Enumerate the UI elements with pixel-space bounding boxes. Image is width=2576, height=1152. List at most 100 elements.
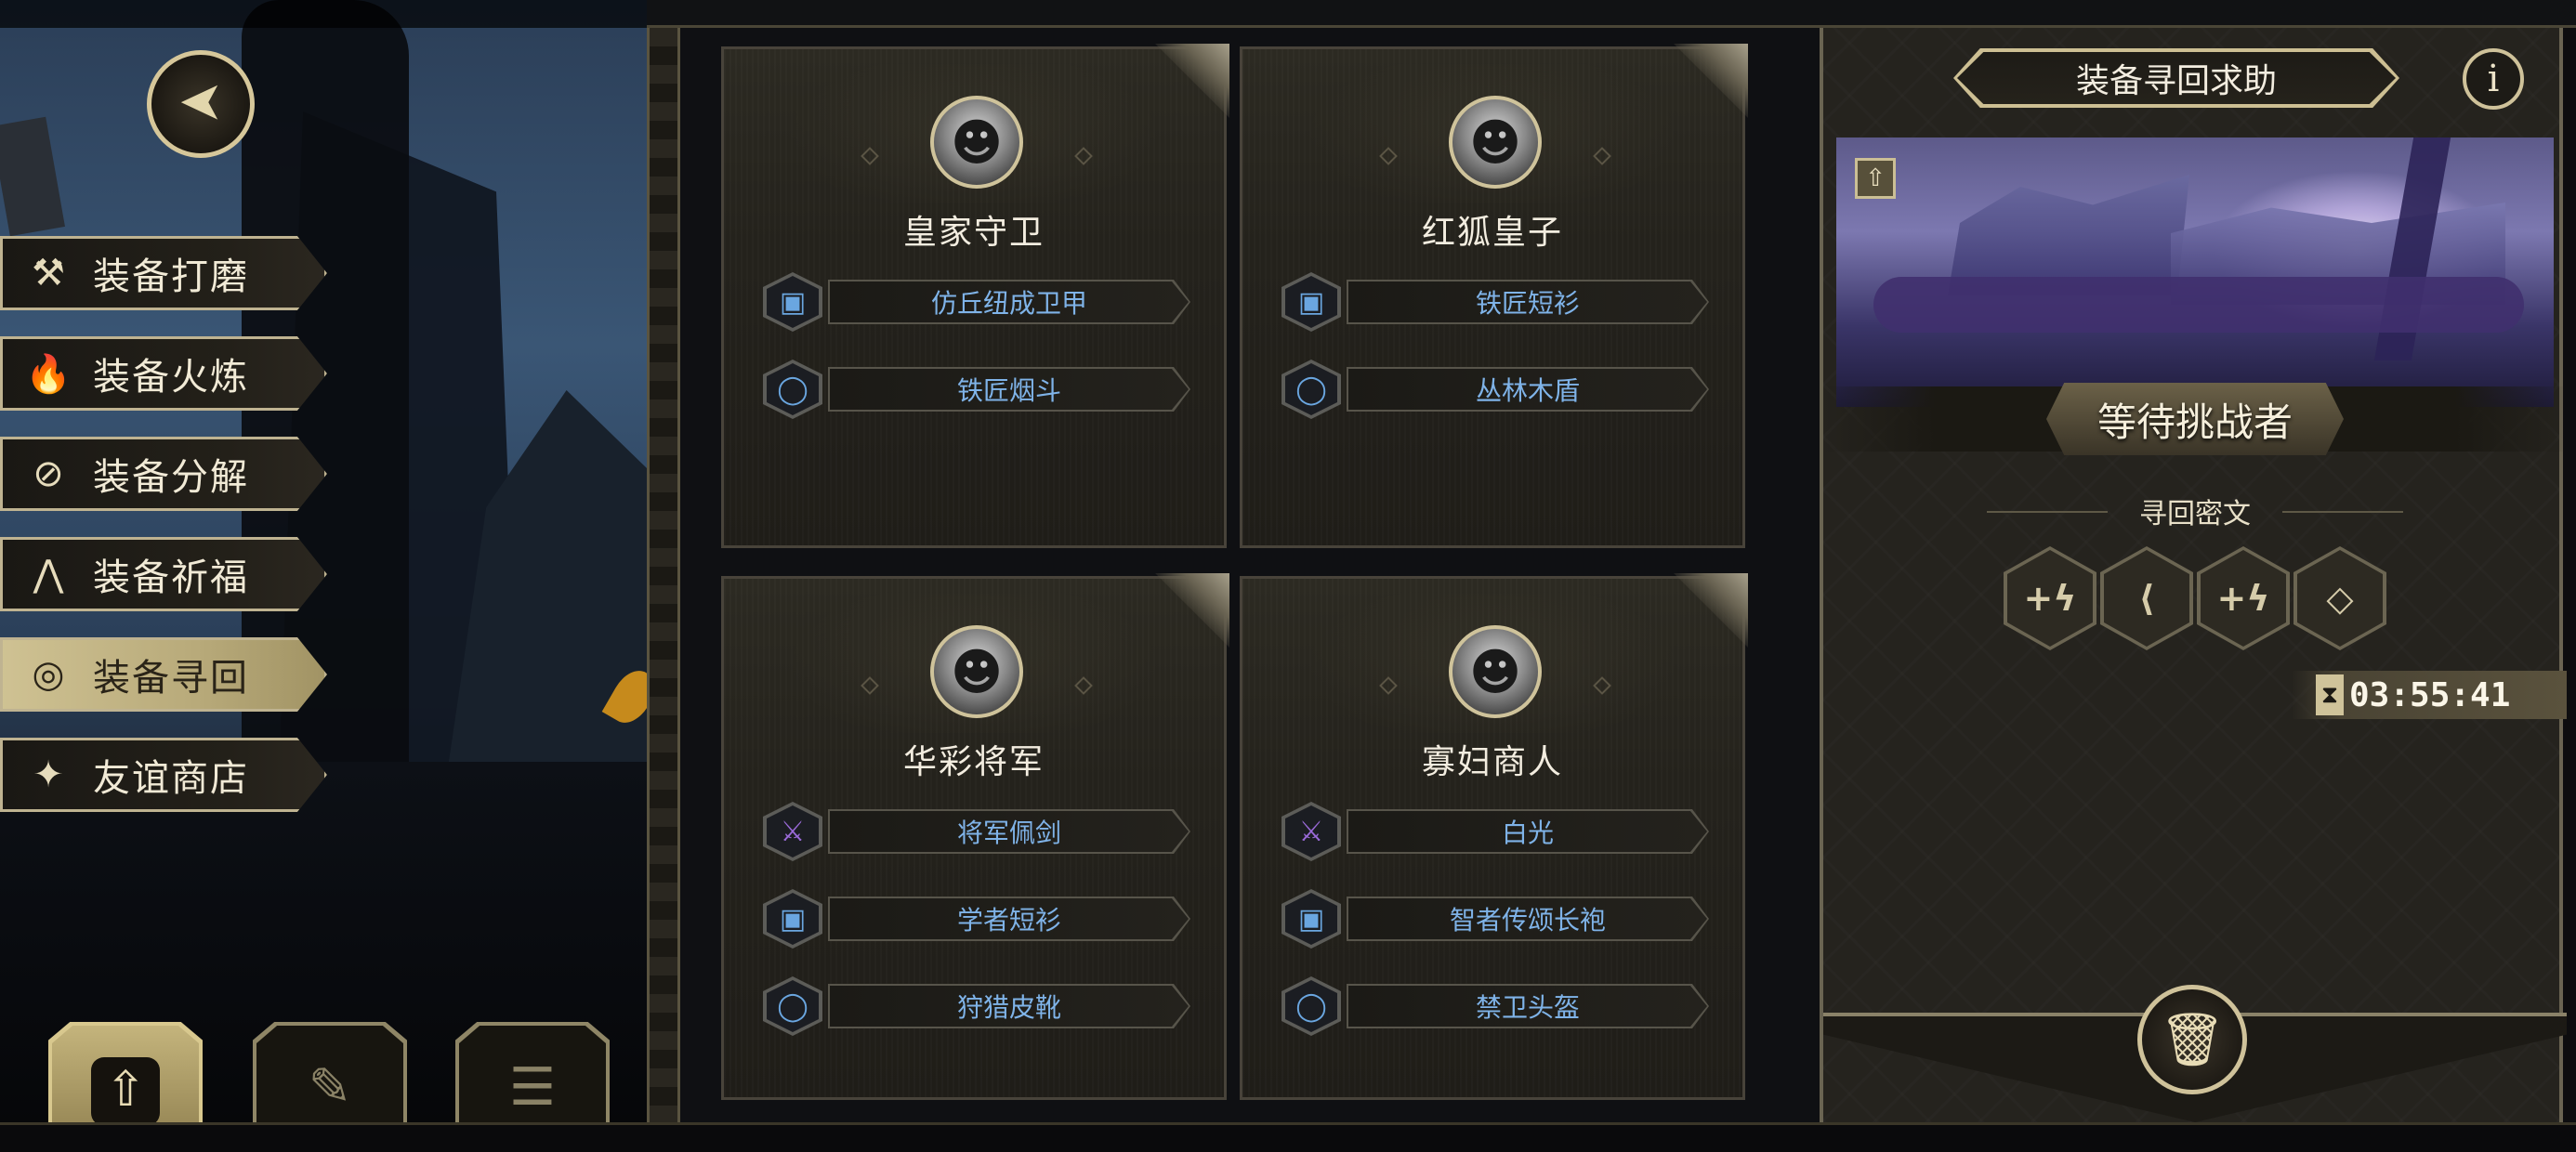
armor-icon: ▣ <box>767 893 819 945</box>
hourglass-icon: ⧗ <box>2316 674 2344 715</box>
ring-icon: ◯ <box>767 363 819 415</box>
equipment-row[interactable]: ⚔ 将军佩剑 <box>763 802 1190 861</box>
cipher-rune: +ϟ <box>2197 546 2290 650</box>
equipment-name: 学者短衫 <box>830 898 1189 939</box>
info-button[interactable]: i <box>2463 48 2524 110</box>
menu-item-label: 装备寻回 <box>93 657 249 700</box>
armor-icon-frame: ▣ <box>763 272 822 332</box>
armor-icon: ▣ <box>1285 893 1337 945</box>
equipment-name: 狩猎皮靴 <box>830 986 1189 1027</box>
equipment-row[interactable]: ◯ 禁卫头盔 <box>1281 976 1709 1036</box>
challenger-name: 红狐皇子 <box>1421 214 1563 252</box>
equipment-name: 仿丘纽成卫甲 <box>830 281 1189 322</box>
sword-icon-frame: ⚔ <box>1281 802 1341 861</box>
equipment-bar: 铁匠短衫 <box>1347 280 1709 324</box>
hammer-icon: ⚒ <box>32 252 65 295</box>
equipment-name: 将军佩剑 <box>830 811 1189 852</box>
countdown-timer: 03:55:41 <box>2349 675 2511 714</box>
list-icon: ☰ <box>455 1057 610 1118</box>
menu-item-label: 装备火炼 <box>93 356 249 399</box>
sword-icon-frame: ⚔ <box>763 802 822 861</box>
target-icon: ◎ <box>32 653 65 696</box>
upload-doc-icon-glyph: ⇧ <box>91 1057 160 1126</box>
armor-icon-frame: ▣ <box>763 889 822 949</box>
portrait-avatar: ☻ <box>1449 625 1542 718</box>
ring-icon-frame: ◯ <box>763 976 822 1036</box>
equipment-name: 智者传颂长袍 <box>1348 898 1707 939</box>
ring-icon: ◯ <box>767 980 819 1032</box>
equipment-bar: 智者传颂长袍 <box>1347 897 1709 941</box>
flame-icon: 🔥 <box>25 352 72 396</box>
equipment-row[interactable]: ◯ 狩猎皮靴 <box>763 976 1190 1036</box>
armor-icon-frame: ▣ <box>1281 889 1341 949</box>
equipment-row[interactable]: ◯ 丛林木盾 <box>1281 360 1709 419</box>
menu-item-6[interactable]: ✦ 友谊商店 <box>0 738 327 812</box>
equipment-bar: 仿丘纽成卫甲 <box>828 280 1190 324</box>
menu-item-label: 装备祈福 <box>93 556 249 599</box>
back-button[interactable]: ➤ <box>147 50 255 158</box>
cipher-label: 寻回密文 <box>2139 498 2251 530</box>
equipment-name: 丛林木盾 <box>1348 369 1707 410</box>
cipher-rune: +ϟ <box>2004 546 2096 650</box>
equipment-name: 铁匠烟斗 <box>830 369 1189 410</box>
challenger-card[interactable]: ☻ 寡妇商人 ⚔ 白光 ▣ 智者传颂长袍 ◯ 禁卫头盔 <box>1240 573 1748 1100</box>
sword-icon: ⚔ <box>1285 805 1337 857</box>
challenger-grid: ☻ 皇家守卫 ▣ 仿丘纽成卫甲 ◯ 铁匠烟斗 ☻ 红狐皇子 ▣ 铁匠短衫 ◯ 丛林木盾 ☻ 华彩将军 ⚔ 将军… <box>680 28 1820 1122</box>
armor-icon: ▣ <box>1285 276 1337 328</box>
equipment-row[interactable]: ⚔ 白光 <box>1281 802 1709 861</box>
equipment-bar: 将军佩剑 <box>828 809 1190 854</box>
rune-glyph: +ϟ <box>2201 550 2286 647</box>
bottom-border <box>0 1122 2576 1152</box>
challenger-card[interactable]: ☻ 华彩将军 ⚔ 将军佩剑 ▣ 学者短衫 ◯ 狩猎皮靴 <box>721 573 1229 1100</box>
panel-title: 装备寻回求助 <box>1957 52 2396 104</box>
pray-icon: ⋀ <box>33 553 64 596</box>
panel-title-bar: 装备寻回求助 <box>1953 48 2399 108</box>
scene-banner: ⇧ <box>1836 137 2554 407</box>
portrait-avatar: ☻ <box>930 96 1023 189</box>
back-arrow-icon: ➤ <box>177 72 224 136</box>
fox-icon: ✦ <box>33 753 64 796</box>
equipment-bar: 白光 <box>1347 809 1709 854</box>
ring-icon: ◯ <box>1285 363 1337 415</box>
shatter-icon: ⊘ <box>33 452 64 495</box>
status-text: 等待挑战者 <box>2096 399 2293 445</box>
equipment-row[interactable]: ▣ 智者传颂长袍 <box>1281 889 1709 949</box>
equipment-name: 禁卫头盔 <box>1348 986 1707 1027</box>
info-icon: i <box>2487 58 2500 100</box>
portrait-avatar: ☻ <box>930 625 1023 718</box>
equipment-name: 铁匠短衫 <box>1348 281 1707 322</box>
ring-icon-frame: ◯ <box>1281 976 1341 1036</box>
challenger-name: 寡妇商人 <box>1421 743 1563 781</box>
delete-button[interactable]: 🗑 <box>2137 985 2247 1094</box>
ring-icon-frame: ◯ <box>1281 360 1341 419</box>
equipment-row[interactable]: ▣ 铁匠短衫 <box>1281 272 1709 332</box>
menu-item-2[interactable]: 🔥 装备火炼 <box>0 336 327 411</box>
divider-line <box>2282 511 2403 513</box>
divider-pillar <box>647 28 680 1124</box>
ring-icon-frame: ◯ <box>763 360 822 419</box>
equipment-name: 白光 <box>1348 811 1707 852</box>
menu-item-1[interactable]: ⚒ 装备打磨 <box>0 236 327 310</box>
cipher-rune: ⟨ <box>2100 546 2193 650</box>
menu-item-4[interactable]: ⋀ 装备祈福 <box>0 537 327 611</box>
upload-icon: ⇧ <box>1855 158 1896 199</box>
menu-item-label: 装备分解 <box>93 456 249 499</box>
trash-icon: 🗑 <box>2159 1010 2226 1070</box>
equipment-row[interactable]: ▣ 仿丘纽成卫甲 <box>763 272 1190 332</box>
challenger-card[interactable]: ☻ 皇家守卫 ▣ 仿丘纽成卫甲 ◯ 铁匠烟斗 <box>721 44 1229 548</box>
list-icon-glyph: ☰ <box>508 1057 557 1118</box>
cipher-rune: ◇ <box>2293 546 2386 650</box>
challenger-card[interactable]: ☻ 红狐皇子 ▣ 铁匠短衫 ◯ 丛林木盾 <box>1240 44 1748 548</box>
ring-icon: ◯ <box>1285 980 1337 1032</box>
menu-item-5[interactable]: ◎ 装备寻回 <box>0 637 327 712</box>
equipment-row[interactable]: ▣ 学者短衫 <box>763 889 1190 949</box>
equipment-bar: 学者短衫 <box>828 897 1190 941</box>
equipment-bar: 铁匠烟斗 <box>828 367 1190 412</box>
challenger-name: 皇家守卫 <box>902 214 1045 252</box>
armor-icon: ▣ <box>767 276 819 328</box>
menu-item-3[interactable]: ⊘ 装备分解 <box>0 437 327 511</box>
rune-glyph: +ϟ <box>2007 550 2093 647</box>
menu-item-label: 装备打磨 <box>93 255 249 298</box>
equipment-bar: 丛林木盾 <box>1347 367 1709 412</box>
equipment-row[interactable]: ◯ 铁匠烟斗 <box>763 360 1190 419</box>
